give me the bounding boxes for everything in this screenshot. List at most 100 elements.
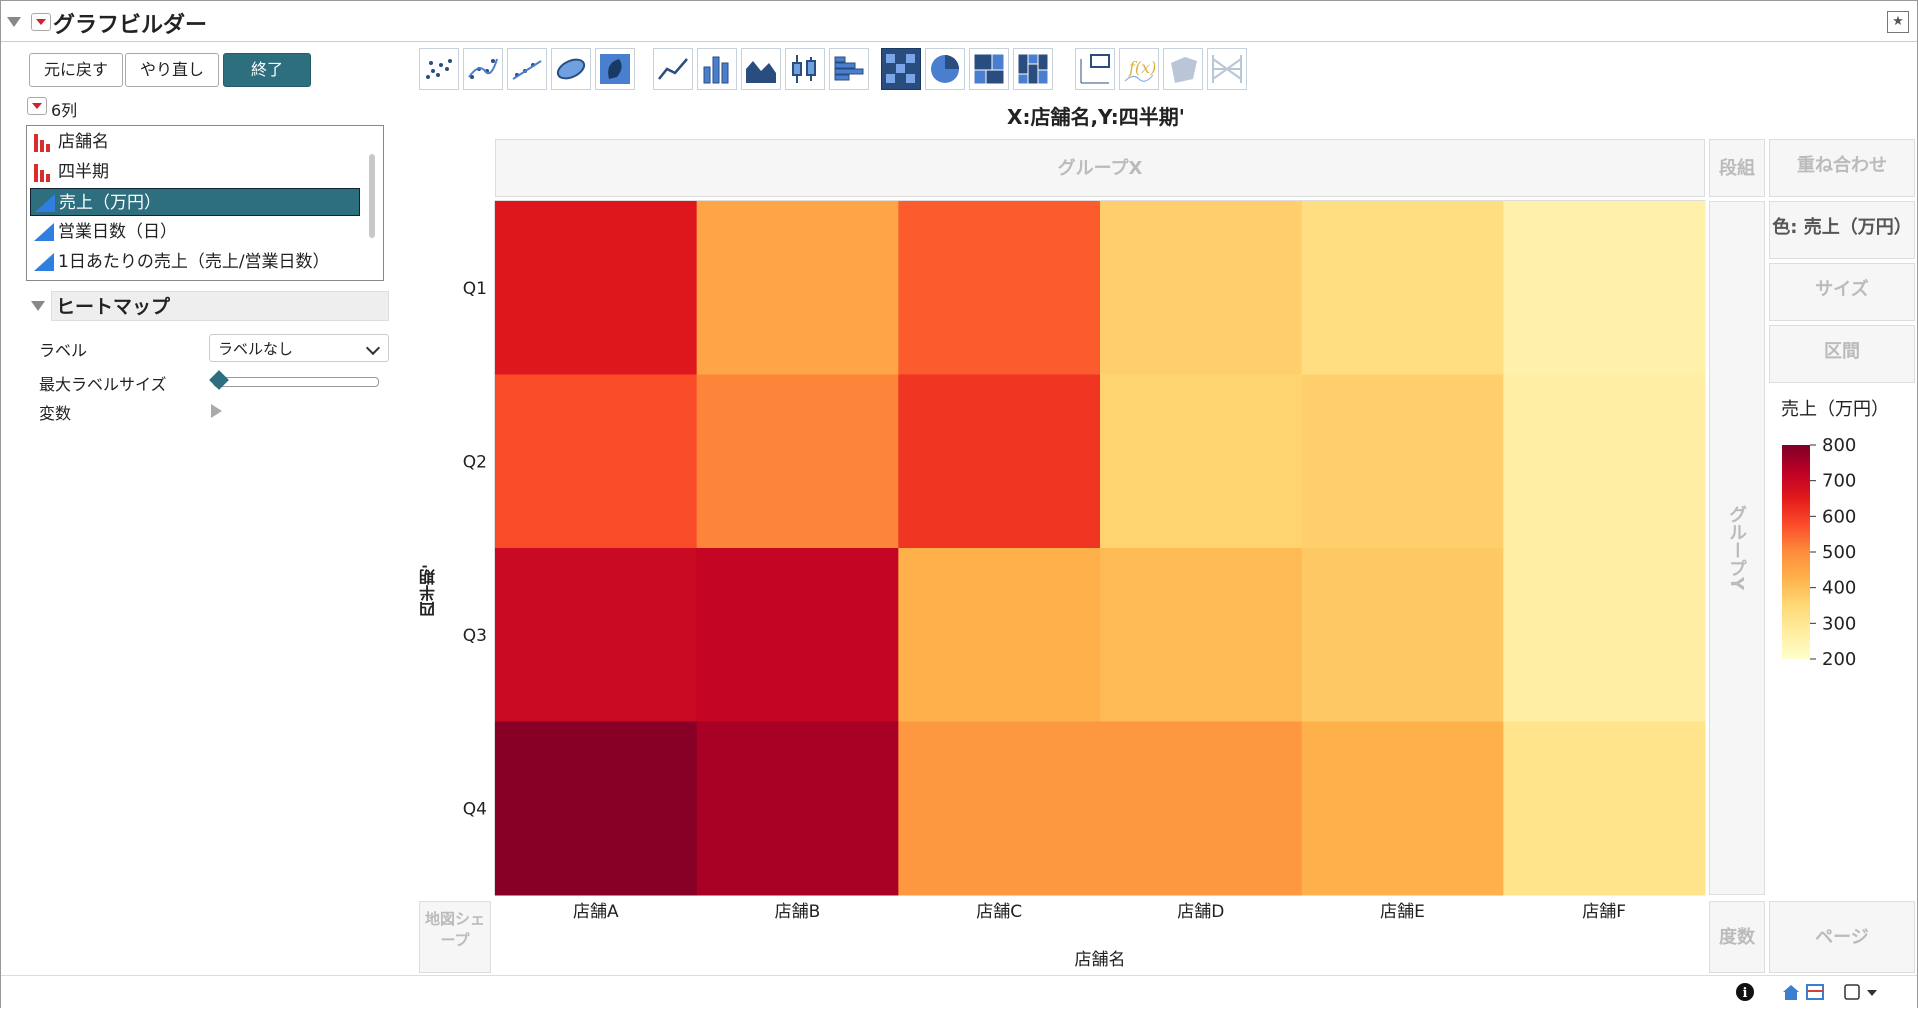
y-tick-label: Q3 bbox=[463, 626, 487, 646]
y-axis-title[interactable]: 四半期' bbox=[417, 521, 441, 661]
smoother-icon[interactable] bbox=[463, 48, 503, 90]
color-zone[interactable]: 色: 売上（万円） bbox=[1769, 201, 1915, 259]
heatmap-cell[interactable] bbox=[696, 201, 899, 375]
x-axis-title[interactable]: 店舗名 bbox=[495, 945, 1705, 970]
window-options-icon[interactable] bbox=[1843, 982, 1883, 1002]
pie-chart-icon[interactable] bbox=[925, 48, 965, 90]
columns-menu-icon[interactable] bbox=[27, 97, 47, 115]
caption-box-icon[interactable] bbox=[1075, 48, 1115, 90]
overlay-zone[interactable]: 重ね合わせ bbox=[1769, 139, 1915, 197]
heatmap-cell[interactable] bbox=[495, 721, 698, 896]
column-item-store[interactable]: 店舗名 bbox=[30, 128, 360, 156]
bar-chart-icon[interactable] bbox=[697, 48, 737, 90]
formula-icon[interactable]: f(x) bbox=[1119, 48, 1159, 90]
heatmap-cell[interactable] bbox=[696, 721, 899, 896]
done-button[interactable]: 終了 bbox=[223, 53, 311, 87]
plot-frame bbox=[494, 200, 1706, 896]
page-zone[interactable]: ページ bbox=[1769, 901, 1915, 973]
expand-variables-icon[interactable] bbox=[211, 404, 222, 418]
heatmap-cell[interactable] bbox=[1100, 721, 1303, 896]
heatmap-cell[interactable] bbox=[898, 721, 1101, 896]
heatmap-section-header[interactable]: ヒートマップ bbox=[51, 291, 389, 321]
continuous-icon bbox=[34, 223, 54, 241]
home-icon[interactable] bbox=[1781, 982, 1801, 1002]
heatmap-cell[interactable] bbox=[898, 201, 1101, 375]
group-y-zone[interactable]: グループY bbox=[1709, 201, 1765, 895]
freq-zone[interactable]: 度数 bbox=[1709, 901, 1765, 973]
svg-text:i: i bbox=[1743, 986, 1748, 1001]
size-zone[interactable]: サイズ bbox=[1769, 263, 1915, 321]
redo-button[interactable]: やり直し bbox=[125, 53, 219, 87]
ellipse-icon[interactable] bbox=[551, 48, 591, 90]
legend-tick-label: 300 bbox=[1822, 613, 1856, 634]
group-x-zone[interactable]: グループX bbox=[495, 139, 1705, 197]
heatmap-cell[interactable] bbox=[1100, 201, 1303, 375]
nominal-bar-icon bbox=[34, 134, 54, 152]
histogram-icon[interactable] bbox=[829, 48, 869, 90]
heatmap-cell[interactable] bbox=[1503, 548, 1706, 722]
y-tick-label: Q4 bbox=[463, 799, 487, 819]
heatmap-icon[interactable] bbox=[881, 48, 921, 90]
column-item-quarter[interactable]: 四半期 bbox=[30, 158, 360, 186]
collapse-icon[interactable] bbox=[7, 17, 21, 27]
info-icon[interactable]: i bbox=[1735, 982, 1755, 1002]
area-chart-icon[interactable] bbox=[741, 48, 781, 90]
heatmap-cell[interactable] bbox=[495, 374, 698, 549]
contour-icon[interactable] bbox=[595, 48, 635, 90]
nominal-bar-icon bbox=[34, 164, 54, 182]
column-item-days[interactable]: 営業日数（日） bbox=[30, 218, 360, 246]
heatmap-cell[interactable] bbox=[1100, 548, 1303, 722]
heatmap-cell[interactable] bbox=[495, 201, 698, 375]
treemap-icon[interactable] bbox=[969, 48, 1009, 90]
svg-text:f(x): f(x) bbox=[1128, 58, 1155, 77]
map-shape-zone[interactable]: 地図シェープ bbox=[419, 901, 491, 973]
color-gradient-bar[interactable] bbox=[1782, 445, 1810, 659]
label-dropdown[interactable]: ラベルなし bbox=[209, 334, 389, 362]
column-item-label: 1日あたりの売上（売上/営業日数） bbox=[58, 252, 330, 272]
wrap-zone[interactable]: 段組 bbox=[1709, 139, 1765, 197]
box-plot-icon[interactable] bbox=[785, 48, 825, 90]
points-icon[interactable] bbox=[419, 48, 459, 90]
graph-title: X:店舗名,Y:四半期' bbox=[1007, 105, 1185, 129]
red-triangle-menu-icon[interactable] bbox=[31, 13, 51, 31]
heatmap-cell[interactable] bbox=[696, 374, 899, 549]
continuous-icon bbox=[35, 194, 55, 212]
max-label-size-slider[interactable] bbox=[213, 377, 379, 387]
title-bar: グラフビルダー ★ bbox=[1, 1, 1917, 42]
heatmap-cell[interactable] bbox=[1301, 201, 1504, 375]
y-tick-label: Q1 bbox=[463, 279, 487, 299]
column-item-label: 四半期 bbox=[58, 162, 109, 182]
continuous-icon bbox=[34, 253, 54, 271]
column-item-label: 売上（万円） bbox=[59, 193, 161, 213]
heatmap-cell[interactable] bbox=[1503, 721, 1706, 896]
column-list[interactable]: 店舗名 四半期 売上（万円） 営業日数（日） 1日あたりの売上（売上/営業日数） bbox=[26, 125, 384, 281]
undo-button[interactable]: 元に戻す bbox=[29, 53, 123, 87]
scrollbar-thumb[interactable] bbox=[369, 154, 375, 238]
legend-title: 売上（万円） bbox=[1781, 399, 1889, 420]
heatmap-cell[interactable] bbox=[495, 548, 698, 722]
heatmap-cell[interactable] bbox=[1301, 721, 1504, 896]
column-item-sales[interactable]: 売上（万円） bbox=[30, 188, 360, 216]
heatmap-section-collapse-icon[interactable] bbox=[31, 301, 45, 311]
table-icon[interactable] bbox=[1805, 982, 1825, 1002]
map-shapes-icon[interactable] bbox=[1163, 48, 1203, 90]
label-dropdown-value: ラベルなし bbox=[218, 340, 294, 358]
line-of-fit-icon[interactable] bbox=[507, 48, 547, 90]
max-label-size-caption: 最大ラベルサイズ bbox=[39, 375, 167, 394]
line-chart-icon[interactable] bbox=[653, 48, 693, 90]
interval-zone[interactable]: 区間 bbox=[1769, 325, 1915, 383]
heatmap-cell[interactable] bbox=[898, 374, 1101, 549]
column-item-daily-sales[interactable]: 1日あたりの売上（売上/営業日数） bbox=[30, 248, 376, 276]
pin-icon[interactable]: ★ bbox=[1887, 11, 1909, 33]
parallel-plot-icon[interactable] bbox=[1207, 48, 1247, 90]
heatmap-cell[interactable] bbox=[1503, 374, 1706, 549]
x-tick-label: 店舗A bbox=[573, 902, 619, 922]
heatmap-cell[interactable] bbox=[1301, 374, 1504, 549]
heatmap-cell[interactable] bbox=[898, 548, 1101, 722]
mosaic-icon[interactable] bbox=[1013, 48, 1053, 90]
heatmap-cell[interactable] bbox=[1100, 374, 1303, 549]
heatmap-cell[interactable] bbox=[1301, 548, 1504, 722]
heatmap-cell[interactable] bbox=[696, 548, 899, 722]
heatmap-cell[interactable] bbox=[1503, 201, 1706, 375]
x-tick-label: 店舗C bbox=[976, 902, 1022, 922]
